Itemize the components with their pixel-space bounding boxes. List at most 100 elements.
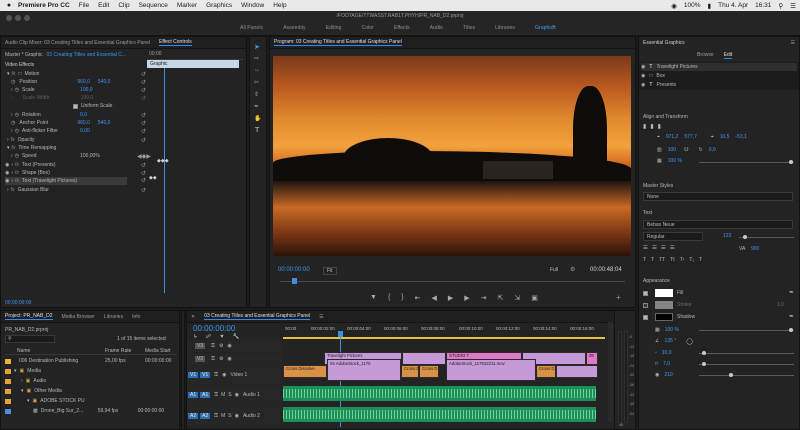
track-select-tool-icon[interactable]: ⇨ bbox=[254, 55, 259, 62]
effect-row-shape-box[interactable]: ◉ › fx Shape (Box) ↺ bbox=[5, 169, 147, 177]
text-align-left-icon[interactable]: ☰ bbox=[643, 245, 648, 251]
effect-row-gaussian-blur[interactable]: › fx Gaussian Blur ↺ bbox=[7, 186, 147, 194]
disclosure-icon[interactable]: › bbox=[11, 162, 13, 168]
subscript-icon[interactable]: T₁ bbox=[689, 257, 694, 263]
reset-icon[interactable]: ↺ bbox=[141, 170, 146, 177]
reset-icon[interactable]: ↺ bbox=[141, 137, 146, 144]
lock-icon[interactable]: ⚿ bbox=[214, 392, 218, 398]
video-clip-cross-d-2[interactable]: Cross D bbox=[419, 365, 439, 378]
workspace-titles[interactable]: Titles bbox=[453, 25, 485, 31]
project-folder[interactable]: ▾ ▣ Other Media bbox=[5, 387, 177, 395]
track-target-a2[interactable]: A2 bbox=[200, 413, 211, 419]
opacity-slider[interactable] bbox=[699, 160, 794, 164]
settings-wrench-icon[interactable]: ⚙ bbox=[570, 266, 575, 273]
text-justify-icon[interactable]: ☰ bbox=[670, 245, 675, 251]
track-header-a1[interactable]: A1 A1 ⚿ M S ◉ Audio 1 bbox=[187, 385, 282, 405]
track-target-a1[interactable]: A1 bbox=[200, 392, 211, 398]
menu-edit[interactable]: Edit bbox=[98, 2, 109, 9]
stopwatch-icon[interactable]: ◷ bbox=[15, 153, 19, 159]
slider-knob[interactable] bbox=[729, 373, 733, 377]
visibility-icon[interactable]: ◉ bbox=[641, 73, 645, 79]
workspace-libraries[interactable]: Libraries bbox=[485, 25, 525, 31]
wifi-icon[interactable]: ◉ bbox=[671, 2, 677, 10]
project-item[interactable]: ▩ Drone_Big Sur_2... 59,94 fps 00:00:00:… bbox=[5, 407, 177, 415]
anchor-y-value[interactable]: -53,1 bbox=[735, 134, 746, 140]
reset-icon[interactable]: ↺ bbox=[141, 79, 146, 86]
track-target-v3[interactable]: V3 bbox=[195, 343, 206, 349]
tab-browse[interactable]: Browse bbox=[697, 52, 714, 59]
stopwatch-icon[interactable]: ◷ bbox=[15, 128, 19, 134]
layer-item-travelight[interactable]: ◉ T Travelight Pictures bbox=[641, 63, 797, 71]
tab-media-browser[interactable]: Media Browser bbox=[62, 314, 95, 320]
shadow-distance-slider[interactable] bbox=[699, 351, 794, 355]
master-styles-dropdown[interactable]: None bbox=[643, 192, 793, 201]
timeline-vertical-scrollbar[interactable] bbox=[608, 322, 613, 422]
sync-icon[interactable]: ⚙ bbox=[219, 343, 223, 349]
bold-icon[interactable]: T bbox=[643, 257, 646, 263]
app-menu[interactable]: Premiere Pro CC bbox=[18, 2, 70, 9]
stopwatch-icon[interactable]: ◷ bbox=[15, 112, 19, 118]
battery-icon[interactable]: ▮ bbox=[708, 2, 712, 10]
graphic-clip[interactable] bbox=[402, 352, 446, 365]
visibility-icon[interactable]: ◉ bbox=[5, 162, 9, 168]
stroke-value[interactable]: 1,0 bbox=[777, 302, 784, 308]
search-icon[interactable]: ⚲ bbox=[778, 2, 783, 10]
mark-in-icon[interactable]: { bbox=[388, 294, 390, 302]
tab-info[interactable]: Info bbox=[132, 314, 140, 320]
disclosure-icon[interactable]: › bbox=[7, 137, 9, 143]
video-clip-cross-d-3[interactable]: Cross D bbox=[536, 365, 556, 378]
font-style-dropdown[interactable]: Regular bbox=[643, 232, 703, 241]
effect-row-text-travelight[interactable]: ◉ › fx Text (Travelight Pictures) bbox=[5, 177, 127, 185]
italic-icon[interactable]: T bbox=[651, 257, 654, 263]
mark-out-icon[interactable]: } bbox=[401, 294, 403, 302]
menu-graphics[interactable]: Graphics bbox=[206, 2, 232, 9]
work-area-bar[interactable] bbox=[283, 337, 605, 339]
panel-menu-icon[interactable]: ☰ bbox=[791, 40, 795, 46]
track-header-v3[interactable]: V3 ⚿ ⚙ ◉ bbox=[187, 340, 282, 352]
reset-icon[interactable]: ↺ bbox=[141, 128, 146, 135]
stopwatch-icon[interactable]: ◷ bbox=[15, 87, 19, 93]
program-playhead[interactable] bbox=[292, 278, 297, 284]
disclosure-icon[interactable]: › bbox=[11, 95, 13, 101]
lift-icon[interactable]: ⇱ bbox=[498, 294, 504, 302]
workspace-all-panels[interactable]: All Panels bbox=[230, 25, 273, 31]
superscript-icon[interactable]: T¹ bbox=[680, 257, 685, 263]
workspace-effects[interactable]: Effects bbox=[384, 25, 420, 31]
panel-menu-icon[interactable]: ☰ bbox=[319, 314, 323, 320]
position-x-value[interactable]: 971,2 bbox=[666, 134, 679, 140]
step-back-icon[interactable]: ◀ bbox=[432, 294, 437, 302]
disclosure-icon[interactable]: › bbox=[11, 153, 13, 159]
graphic-clip-bar[interactable]: Graphic bbox=[147, 60, 239, 68]
play-icon[interactable]: ▶ bbox=[448, 294, 453, 302]
disclosure-icon[interactable]: › bbox=[21, 378, 23, 384]
column-name[interactable]: Name bbox=[17, 348, 105, 354]
menu-help[interactable]: Help bbox=[273, 2, 286, 9]
slip-tool-icon[interactable]: ⇕ bbox=[254, 91, 259, 98]
stopwatch-icon[interactable]: ◷ bbox=[11, 120, 15, 126]
keyframe-nav-icon[interactable]: ◀◆▶ bbox=[137, 153, 151, 160]
type-tool-icon[interactable]: T bbox=[255, 127, 259, 134]
disclosure-icon[interactable]: › bbox=[11, 178, 13, 184]
reset-icon[interactable]: ↺ bbox=[141, 71, 146, 78]
mute-icon[interactable]: M bbox=[221, 413, 225, 419]
align-center-icon[interactable]: ▮ bbox=[650, 123, 653, 130]
all-caps-icon[interactable]: TT bbox=[659, 257, 665, 263]
tab-timeline-sequence[interactable]: 03 Creating Titles and Essential Graphic… bbox=[204, 313, 311, 320]
scale-value[interactable]: 100,0 bbox=[80, 87, 93, 93]
label-color-chip[interactable] bbox=[5, 408, 11, 414]
disclosure-icon[interactable]: ▾ bbox=[14, 368, 17, 374]
layer-item-presents[interactable]: ◉ T Presents bbox=[641, 81, 797, 89]
slider-knob[interactable] bbox=[702, 362, 706, 366]
visibility-icon[interactable]: ◉ bbox=[641, 64, 645, 70]
shadow-opacity-slider[interactable] bbox=[699, 328, 794, 332]
shadow-distance-value[interactable]: 10,0 bbox=[662, 350, 672, 356]
disclosure-icon[interactable]: ▾ bbox=[27, 398, 30, 404]
disclosure-icon[interactable]: ▾ bbox=[21, 388, 24, 394]
effect-row-time-remapping[interactable]: ▾ fx Time Remapping bbox=[7, 144, 147, 152]
step-forward-icon[interactable]: ▶ bbox=[464, 294, 469, 302]
workspace-color[interactable]: Color bbox=[351, 25, 383, 31]
label-color-chip[interactable] bbox=[5, 388, 11, 394]
menu-sequence[interactable]: Sequence bbox=[139, 2, 168, 9]
razor-tool-icon[interactable]: ✂ bbox=[254, 79, 259, 86]
eyedropper-icon[interactable]: ✒ bbox=[789, 313, 794, 320]
